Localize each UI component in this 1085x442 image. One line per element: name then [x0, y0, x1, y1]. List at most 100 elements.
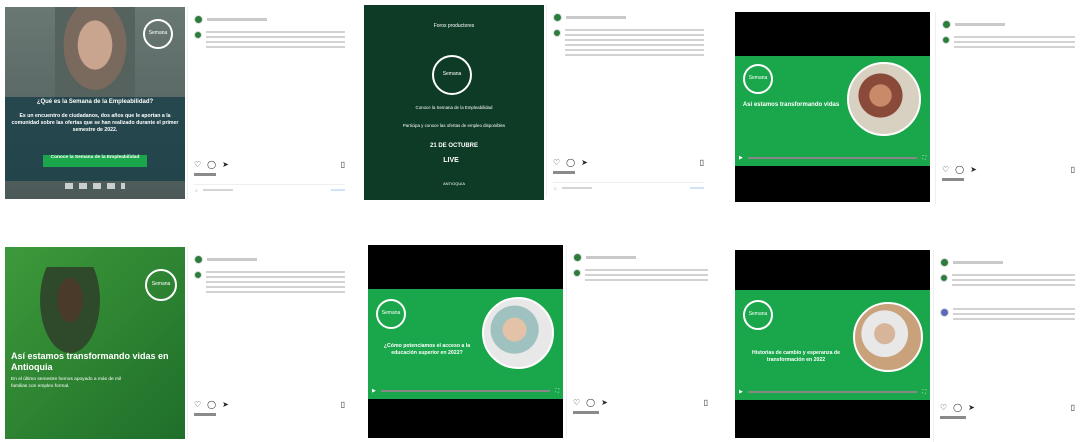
username[interactable] [207, 17, 267, 21]
caption-lines [206, 271, 345, 293]
avatar[interactable] [573, 252, 582, 262]
post-media[interactable]: Semana ¿Qué es la Semana de la Empleabil… [5, 7, 185, 199]
username[interactable] [586, 255, 636, 259]
semana-logo: Semana [743, 64, 773, 94]
heart-icon[interactable]: ♡ [942, 165, 949, 174]
post-media[interactable]: Semana Historias de cambio y esperanza d… [735, 250, 930, 438]
avatar[interactable] [194, 14, 203, 24]
avatar [940, 274, 948, 282]
avatar[interactable] [940, 257, 949, 267]
heart-icon[interactable]: ♡ [194, 160, 201, 169]
post-header [940, 256, 1077, 268]
share-icon[interactable]: ➤ [601, 398, 608, 407]
heart-icon[interactable]: ♡ [940, 403, 947, 412]
share-icon[interactable]: ➤ [581, 158, 588, 167]
photo-circle [853, 302, 923, 372]
fullscreen-icon[interactable]: ⛶ [555, 388, 559, 394]
reply-lines [953, 308, 1075, 320]
post-media[interactable]: Foros productores Semana Conoce la Seman… [364, 5, 544, 200]
semana-logo: Semana [432, 55, 472, 95]
post-media[interactable]: Semana Así estamos transformando vidas e… [5, 247, 185, 439]
comment-icon[interactable]: ◯ [955, 165, 964, 174]
username[interactable] [953, 260, 1003, 264]
comment-box[interactable]: ☺ [194, 184, 345, 195]
caption [942, 36, 1075, 48]
photo-circle [482, 297, 554, 369]
caption [573, 269, 708, 284]
post-body: Es un encuentro de ciudadanos, dos años … [11, 113, 179, 133]
comment-icon[interactable]: ◯ [586, 398, 595, 407]
bookmark-icon[interactable]: ▯ [704, 398, 708, 407]
video-controls[interactable]: ▶ ⛶ [372, 387, 559, 395]
avatar [573, 269, 581, 277]
heart-icon[interactable]: ♡ [553, 158, 560, 167]
post-headline: Así estamos transformando vidas en Antio… [11, 351, 169, 372]
person-photo [35, 267, 105, 362]
post-sidebar: ♡ ◯ ➤ ▯ [933, 250, 1081, 442]
play-icon[interactable]: ▶ [372, 388, 376, 394]
likes-count [942, 178, 964, 181]
caption [553, 29, 704, 59]
caption-lines [585, 269, 708, 284]
comment-icon[interactable]: ◯ [953, 403, 962, 412]
cta-button[interactable]: Conoce la Semana de la Empleabilidad [43, 155, 147, 167]
post-question: ¿Qué es la Semana de la Empleabilidad? [36, 99, 154, 105]
comment-placeholder [202, 189, 233, 191]
bookmark-icon[interactable]: ▯ [341, 400, 345, 409]
post-media[interactable]: Semana Así estamos transformando vidas ▶… [735, 12, 930, 202]
post-header [573, 251, 710, 263]
avatar [940, 308, 949, 317]
avatar[interactable] [553, 12, 562, 22]
post-card: Semana ¿Qué es la Semana de la Empleabil… [5, 7, 350, 199]
avatar [553, 29, 561, 37]
comment-icon[interactable]: ◯ [566, 158, 575, 167]
bookmark-icon[interactable]: ▯ [700, 158, 704, 167]
semana-logo: Semana [143, 19, 173, 49]
avatar[interactable] [942, 19, 951, 29]
video-headline: Historias de cambio y esperanza de trans… [752, 350, 840, 363]
progress-bar[interactable] [747, 391, 918, 393]
post-media[interactable]: Semana ¿Cómo potenciamos el acceso a la … [368, 245, 563, 438]
fullscreen-icon[interactable]: ⛶ [922, 389, 926, 395]
post-header [553, 11, 706, 23]
share-icon[interactable]: ➤ [222, 160, 229, 169]
heart-icon[interactable]: ♡ [573, 398, 580, 407]
play-icon[interactable]: ▶ [739, 389, 743, 395]
emoji-icon[interactable]: ☺ [553, 186, 558, 191]
bookmark-icon[interactable]: ▯ [341, 160, 345, 169]
action-bar: ♡ ◯ ➤ ▯ [194, 159, 345, 169]
bookmark-icon[interactable]: ▯ [1071, 403, 1075, 412]
caption-lines [206, 31, 345, 49]
avatar [942, 36, 950, 44]
play-icon[interactable]: ▶ [739, 155, 743, 161]
comment-box[interactable]: ☺ [553, 182, 704, 193]
share-icon[interactable]: ➤ [222, 400, 229, 409]
video-controls[interactable]: ▶ ⛶ [739, 388, 926, 396]
caption-lines [952, 274, 1075, 289]
emoji-icon[interactable]: ☺ [194, 188, 199, 193]
heart-icon[interactable]: ♡ [194, 400, 201, 409]
post-sidebar: ♡ ◯ ➤ ▯ ☺ [546, 5, 710, 197]
post-card: Semana Así estamos transformando vidas e… [5, 247, 350, 439]
fullscreen-icon[interactable]: ⛶ [922, 155, 926, 161]
share-icon[interactable]: ➤ [970, 165, 977, 174]
post-button[interactable] [690, 187, 704, 189]
action-bar: ♡ ◯ ➤ ▯ [942, 164, 1075, 174]
progress-bar[interactable] [747, 157, 918, 159]
comment-icon[interactable]: ◯ [207, 160, 216, 169]
bookmark-icon[interactable]: ▯ [1071, 165, 1075, 174]
post-header [942, 18, 1077, 30]
comment-reply [940, 308, 1075, 320]
username[interactable] [207, 257, 257, 261]
video-controls[interactable]: ▶ ⛶ [739, 154, 926, 162]
post-body: En el último semestre hemos apoyado a má… [11, 377, 122, 389]
comment-icon[interactable]: ◯ [207, 400, 216, 409]
progress-bar[interactable] [380, 390, 551, 392]
username[interactable] [955, 22, 1005, 26]
avatar[interactable] [194, 254, 203, 264]
photo-circle [847, 62, 921, 136]
likes-count [553, 171, 575, 174]
share-icon[interactable]: ➤ [968, 403, 975, 412]
username[interactable] [566, 15, 626, 19]
post-button[interactable] [331, 189, 345, 191]
